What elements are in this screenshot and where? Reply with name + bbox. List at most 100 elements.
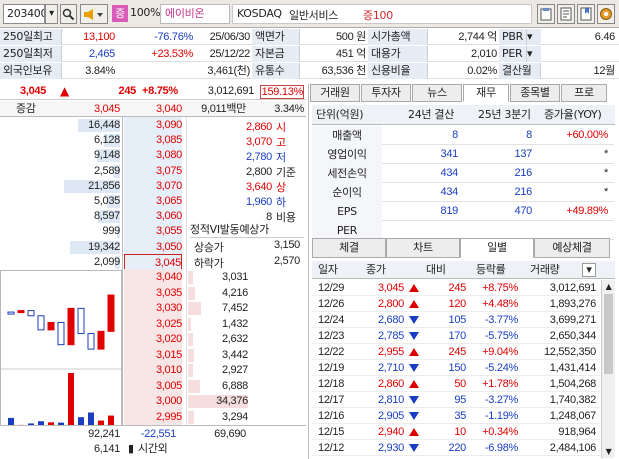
daily-col-close: 종가 [366, 263, 386, 276]
daily-date: 12/22 [318, 346, 345, 358]
daily-row[interactable]: 12/23 2,785 170 -5.75% 2,650,344 [312, 328, 600, 344]
bid-qty: 2,632 [221, 333, 248, 345]
fin-2025: 8 [526, 129, 532, 141]
fin-item-name: 매출액 [312, 126, 382, 145]
stat-label: 하 [276, 196, 286, 209]
code-dropdown-arrow[interactable]: ▾ [45, 4, 58, 24]
daily-close: 2,930 [377, 442, 404, 454]
tab-bottom-0[interactable]: 체결 [312, 238, 386, 258]
memo-icon[interactable] [557, 4, 575, 24]
daily-scrollbar[interactable]: ▲ ▼ [601, 280, 615, 458]
stat-label: 상 [276, 181, 286, 194]
daily-row[interactable]: 12/16 2,905 35 -1.19% 1,248,067 [312, 408, 600, 424]
tab-1[interactable]: 투자자 [361, 84, 411, 102]
daily-row[interactable]: 12/24 2,680 105 -3.77% 3,699,271 [312, 312, 600, 328]
finance-row: 세전손익 434 216 * [312, 164, 614, 183]
tab-2[interactable]: 뉴스 [412, 84, 462, 102]
bid-price: 3,035 [124, 284, 182, 301]
fin-yoy: * [604, 186, 608, 198]
gear-icon[interactable] [597, 4, 615, 24]
candle [37, 315, 45, 331]
fin-2024: 434 [440, 186, 459, 198]
tab-0[interactable]: 거래원 [310, 84, 360, 102]
fin-2024: 819 [440, 205, 459, 217]
info-date: 25/12/22 [209, 48, 250, 60]
fin-yoy: +60.00% [566, 129, 608, 141]
ask-price: 3,085 [124, 132, 182, 149]
daily-row[interactable]: 12/19 2,710 150 -5.24% 1,431,414 [312, 360, 600, 376]
bid-price: 3,005 [124, 377, 182, 394]
scroll-thumb[interactable] [604, 294, 613, 374]
fin-2025: 137 [514, 148, 533, 160]
search-icon[interactable] [60, 4, 77, 24]
daily-row[interactable]: 12/29 3,045 245 +8.75% 3,012,691 [312, 280, 600, 296]
value-pct: 3.34% [274, 103, 304, 115]
pbr-dropdown[interactable]: ▾ [527, 29, 541, 45]
tab-3[interactable]: 재무 [463, 84, 509, 102]
ask-qty: 8,597 [93, 210, 120, 223]
tab-bottom-1[interactable]: 차트 [386, 238, 460, 258]
stock-code-input[interactable]: 203400 [3, 4, 45, 24]
daily-col-volume: 거래량 [530, 263, 560, 276]
info-value [541, 46, 615, 62]
info-value: 2,010 [470, 48, 497, 60]
scroll-down-icon[interactable]: ▼ [602, 445, 615, 458]
scroll-up-icon[interactable]: ▲ [602, 280, 615, 293]
daily-row[interactable]: 12/18 2,860 50 +1.78% 1,504,268 [312, 376, 600, 392]
per-dropdown[interactable]: ▾ [527, 46, 541, 62]
fin-2025: 216 [514, 167, 533, 179]
speaker-icon[interactable] [80, 4, 108, 24]
stat-row: 2,860 시 [190, 120, 304, 135]
tab-4[interactable]: 종목별 [510, 84, 560, 102]
info-value: 12월 [593, 65, 615, 77]
tab-bottom-3[interactable]: 예상체결 [534, 238, 610, 258]
candle [57, 321, 65, 346]
daily-close: 3,045 [377, 282, 404, 294]
afterhours-label[interactable]: 시간외 [138, 441, 168, 457]
up-triangle-icon [409, 284, 419, 292]
daily-volume: 12,552,350 [543, 346, 596, 358]
daily-row[interactable]: 12/26 2,800 120 +4.48% 1,893,276 [312, 296, 600, 312]
candle [67, 307, 75, 346]
daily-row[interactable]: 12/15 2,940 10 +0.34% 918,964 [312, 424, 600, 440]
link-icon[interactable] [537, 4, 555, 24]
daily-rate: -5.75% [484, 330, 518, 342]
bid-total: 69,690 [214, 428, 246, 440]
candle [97, 330, 105, 350]
daily-row[interactable]: 12/12 2,930 220 -6.98% 2,484,106 [312, 440, 600, 456]
candle [7, 311, 15, 315]
daily-change: 50 [454, 378, 466, 390]
sector-badge: 증100 [363, 9, 393, 22]
daily-col-change: 대비 [426, 263, 446, 276]
info-row-2: 250일최저 2,465 +23.53% 25/12/22 자본금 451 억 … [0, 46, 619, 62]
daily-change: 220 [448, 442, 467, 454]
fin-item-name: 세전손익 [312, 164, 382, 183]
ask-qty: 5,035 [93, 195, 120, 207]
bid-price: 3,000 [124, 393, 182, 409]
vi-up-label: 상승가 [194, 241, 224, 254]
daily-rate: +0.34% [482, 426, 518, 438]
ask-qty: 2,099 [93, 255, 120, 268]
info-label: 시가총액 [368, 29, 428, 45]
daily-row[interactable]: 12/17 2,810 95 -3.27% 1,740,382 [312, 392, 600, 408]
daily-volume: 2,650,344 [549, 330, 597, 342]
daily-change: 120 [448, 298, 467, 310]
bid-qty: 2,927 [221, 364, 248, 376]
daily-rate: +1.78% [482, 378, 518, 390]
daily-volume: 3,699,271 [549, 314, 597, 326]
info-value: 6.46 [594, 31, 615, 43]
info-label: 자본금 [252, 46, 300, 62]
daily-row[interactable]: 12/22 2,955 245 +9.04% 12,552,350 [312, 344, 600, 360]
tab-5[interactable]: 프로 [561, 84, 607, 102]
tab-bottom-2[interactable]: 일별 [460, 238, 534, 258]
bookmark-icon[interactable] [577, 4, 595, 24]
volume-dropdown[interactable]: ▾ [582, 263, 596, 277]
mini-chart[interactable] [0, 270, 122, 434]
info-row-1: 250일최고 13,100 -76.76% 25/06/30 액면가 500 원… [0, 29, 619, 45]
bid-qty: 3,294 [221, 410, 248, 423]
volume-rate: 159.13% [260, 85, 304, 99]
info-label: 결산월 [499, 63, 541, 79]
up-triangle-icon [409, 380, 419, 388]
margin-rate: 100% [130, 6, 161, 19]
net-qty: -22,551 [140, 428, 177, 440]
